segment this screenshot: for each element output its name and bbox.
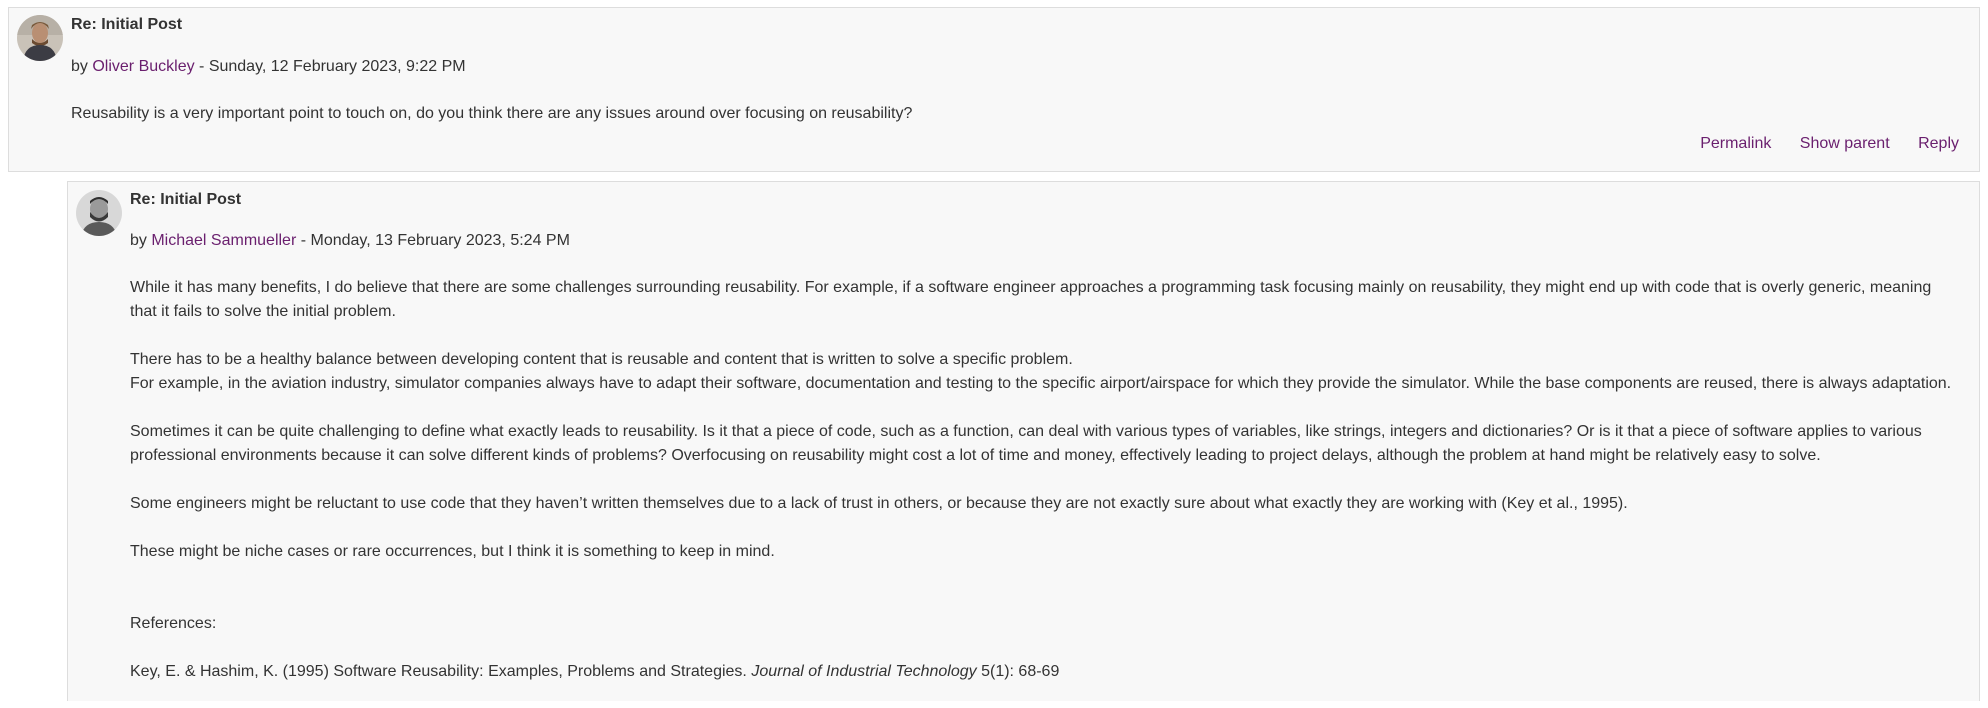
- post-subject: Re: Initial Post: [130, 191, 242, 208]
- reply-link[interactable]: Reply: [1918, 135, 1959, 152]
- reference-entry: Key, E. & Hashim, K. (1995) Software Reu…: [130, 660, 1960, 684]
- by-prefix: by: [71, 58, 93, 75]
- post-body: While it has many benefits, I do believe…: [130, 276, 1960, 708]
- post-paragraph: Sometimes it can be quite challenging to…: [130, 423, 1922, 464]
- date-separator: -: [296, 232, 311, 249]
- post-paragraph: Reusability is a very important point to…: [71, 105, 913, 122]
- post-body: Reusability is a very important point to…: [71, 102, 1951, 150]
- post-byline: by Oliver Buckley - Sunday, 12 February …: [71, 57, 466, 77]
- post-paragraph: These might be niche cases or rare occur…: [130, 543, 775, 560]
- by-prefix: by: [130, 232, 152, 249]
- avatar[interactable]: [76, 190, 122, 236]
- permalink-link[interactable]: Permalink: [1700, 135, 1771, 152]
- post-byline: by Michael Sammueller - Monday, 13 Febru…: [130, 231, 570, 251]
- post-subject: Re: Initial Post: [71, 16, 183, 33]
- forum-post: Re: Initial Post by Michael Sammueller -…: [67, 181, 1980, 701]
- author-link[interactable]: Oliver Buckley: [92, 58, 194, 75]
- post-actions: Permalink Show parent Reply: [1676, 134, 1959, 154]
- date-separator: -: [194, 58, 209, 75]
- forum-post: Re: Initial Post by Oliver Buckley - Sun…: [8, 7, 1980, 172]
- show-parent-link[interactable]: Show parent: [1800, 135, 1890, 152]
- post-paragraph: While it has many benefits, I do believe…: [130, 279, 1932, 320]
- references-heading: References:: [130, 615, 217, 632]
- post-paragraph: There has to be a healthy balance betwee…: [130, 351, 1073, 368]
- reference-text: Key, E. & Hashim, K. (1995) Software Reu…: [130, 663, 752, 680]
- post-paragraph: Some engineers might be reluctant to use…: [130, 495, 1628, 512]
- post-date: Monday, 13 February 2023, 5:24 PM: [310, 232, 570, 249]
- avatar[interactable]: [17, 15, 63, 61]
- avatar-icon: [17, 15, 63, 61]
- reference-tail: 5(1): 68-69: [976, 663, 1060, 680]
- author-link[interactable]: Michael Sammueller: [151, 232, 296, 249]
- post-date: Sunday, 12 February 2023, 9:22 PM: [208, 58, 466, 75]
- post-paragraph: For example, in the aviation industry, s…: [130, 375, 1952, 392]
- avatar-icon: [76, 190, 122, 236]
- reference-journal: Journal of Industrial Technology: [751, 663, 977, 680]
